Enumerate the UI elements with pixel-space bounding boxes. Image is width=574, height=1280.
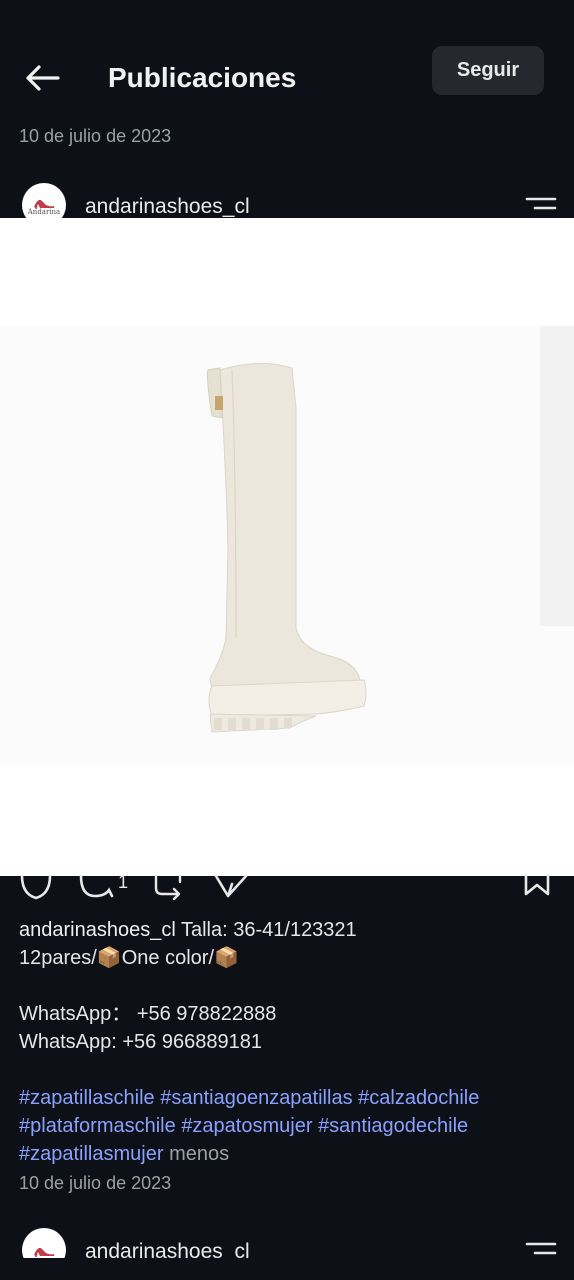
menu-icon[interactable]: [525, 1241, 557, 1258]
hashtag-link[interactable]: #zapatillasmujer: [19, 1143, 164, 1165]
post-username[interactable]: andarinashoes_cl: [85, 195, 250, 219]
caption-size-text: Talla: 36-41/123321: [180, 919, 357, 941]
caption-line-2: 12pares/📦One color/📦: [19, 944, 559, 972]
hashtag-link[interactable]: #plataformaschile: [19, 1115, 176, 1137]
back-button[interactable]: [18, 58, 66, 98]
arrow-left-icon: [26, 65, 60, 91]
bookmark-icon[interactable]: [522, 872, 552, 896]
like-heart-icon[interactable]: [18, 872, 54, 900]
avatar-logo-text: Andarina: [27, 208, 61, 216]
post-username[interactable]: andarinashoes_cl: [85, 1240, 250, 1258]
box-emoji-icon: 📦: [214, 947, 239, 969]
post-caption: andarinashoes_cl Talla: 36-41/123321 12p…: [19, 916, 559, 1168]
comment-count: 1: [118, 872, 129, 892]
share-icon[interactable]: [212, 872, 248, 900]
heel-logo-icon: [34, 1247, 54, 1258]
page-title: Publicaciones: [108, 62, 297, 93]
caption-username[interactable]: andarinashoes_cl: [19, 919, 176, 941]
hashtag-link[interactable]: #calzadochile: [358, 1087, 479, 1109]
post-image[interactable]: [0, 218, 574, 876]
menu-icon[interactable]: [525, 196, 557, 216]
caption-line-1: andarinashoes_cl Talla: 36-41/123321: [19, 916, 559, 944]
caption-color-text: One color/: [121, 947, 215, 969]
boot-photo: [0, 218, 574, 876]
hashtag-link[interactable]: #zapatosmujer: [181, 1115, 312, 1137]
hashtag-link[interactable]: #zapatillaschile: [19, 1087, 155, 1109]
caption-hashtags: #zapatillaschile #santiagoenzapatillas #…: [19, 1084, 559, 1168]
comment-icon[interactable]: [78, 872, 114, 900]
avatar[interactable]: [22, 1228, 66, 1258]
repost-icon[interactable]: [150, 872, 186, 900]
show-less-link[interactable]: menos: [169, 1143, 229, 1165]
caption-whatsapp-2: WhatsApp: +56 966889181: [19, 1031, 262, 1053]
box-emoji-icon: 📦: [96, 947, 122, 969]
post-date: 10 de julio de 2023: [19, 126, 172, 146]
hashtag-link[interactable]: #santiagodechile: [318, 1115, 468, 1137]
next-post-header: andarinashoes_cl: [0, 1222, 574, 1258]
hashtag-link[interactable]: #santiagoenzapatillas: [160, 1087, 352, 1109]
caption-whatsapp-1: WhatsApp： +56 978822888: [19, 1003, 277, 1025]
caption-pairs-text: 12pares/: [19, 947, 97, 969]
follow-button[interactable]: Seguir: [432, 46, 544, 95]
caption-date: 10 de julio de 2023: [19, 1173, 172, 1193]
